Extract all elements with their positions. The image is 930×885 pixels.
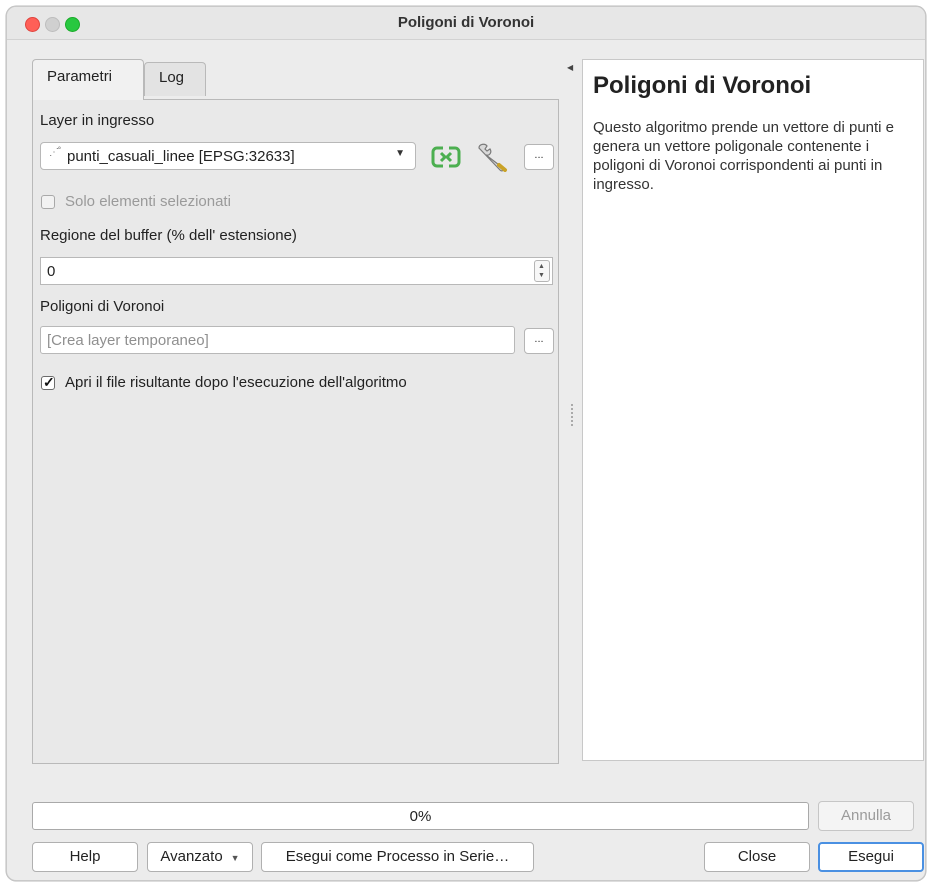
buffer-value: 0 <box>47 263 56 280</box>
spinbox-arrows[interactable]: ▲ ▼ <box>534 260 550 282</box>
parameters-panel: Layer in ingresso ⋰˚ punti_casuali_linee… <box>32 99 559 764</box>
cancel-button[interactable]: Annulla <box>818 801 914 831</box>
open-after-label: Apri il file risultante dopo l'esecuzion… <box>65 374 407 391</box>
checkmark-icon: ✓ <box>43 374 55 390</box>
output-browse-button[interactable]: ... <box>524 328 554 354</box>
dialog-window: Poligoni di Voronoi Parametri Log Layer … <box>6 6 926 881</box>
buffer-input[interactable]: 0 ▲ ▼ <box>40 257 553 285</box>
help-text: Questo algoritmo prende un vettore di pu… <box>593 119 895 193</box>
selected-only-label: Solo elementi selezionati <box>65 193 231 210</box>
close-button[interactable]: Close <box>704 842 810 872</box>
window-title: Poligoni di Voronoi <box>397 14 535 31</box>
collapse-help-icon[interactable]: ◀ <box>567 63 573 72</box>
wrench-icon[interactable] <box>475 142 511 176</box>
title-bar: Poligoni di Voronoi <box>7 7 925 40</box>
help-title: Poligoni di Voronoi <box>593 72 812 99</box>
input-layer-value: punti_casuali_linee [EPSG:32633] <box>67 148 295 165</box>
open-after-checkbox[interactable]: ✓ <box>41 374 55 390</box>
help-button[interactable]: Help <box>32 842 138 872</box>
output-placeholder: [Crea layer temporaneo] <box>47 332 209 349</box>
chevron-down-icon: ▼ <box>395 148 405 159</box>
progress-label: 0% <box>409 808 432 825</box>
splitter-handle[interactable] <box>571 404 573 428</box>
input-layer-combo[interactable]: ⋰˚ punti_casuali_linee [EPSG:32633] ▼ <box>40 142 416 170</box>
help-panel: Poligoni di Voronoi Questo algoritmo pre… <box>582 59 924 761</box>
spin-down-icon[interactable]: ▼ <box>538 272 545 279</box>
advanced-button[interactable]: Avanzato ▼ <box>147 842 253 872</box>
output-input[interactable]: [Crea layer temporaneo] <box>40 326 515 354</box>
buffer-label: Regione del buffer (% dell' estensione) <box>40 227 297 244</box>
point-layer-icon: ⋰˚ <box>49 147 61 158</box>
iterate-icon[interactable] <box>430 144 462 174</box>
selected-only-checkbox[interactable] <box>41 195 55 209</box>
chevron-down-icon: ▼ <box>230 853 240 863</box>
spin-up-icon[interactable]: ▲ <box>538 263 545 270</box>
input-layer-label: Layer in ingresso <box>40 112 155 129</box>
layer-options-button[interactable]: ... <box>524 144 554 170</box>
run-button[interactable]: Esegui <box>818 842 924 872</box>
tab-log[interactable]: Log <box>144 62 206 96</box>
output-label: Poligoni di Voronoi <box>40 298 165 315</box>
batch-process-button[interactable]: Esegui come Processo in Serie… <box>261 842 534 872</box>
tab-parametri[interactable]: Parametri <box>32 59 144 100</box>
advanced-label: Avanzato <box>160 848 223 865</box>
progress-bar: 0% <box>32 802 809 830</box>
